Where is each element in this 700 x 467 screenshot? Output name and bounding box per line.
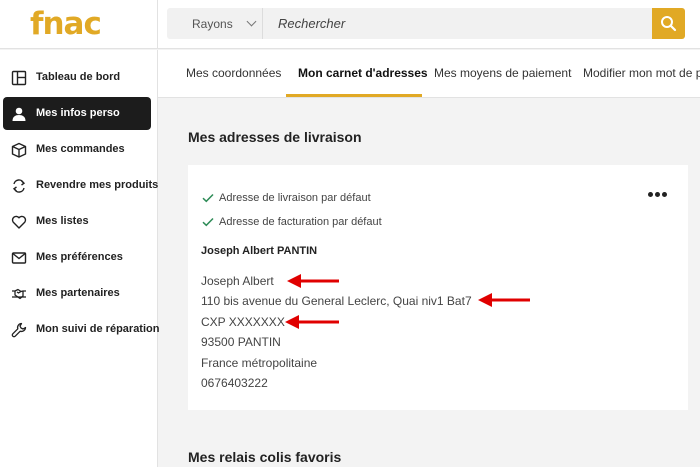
default-billing-text: Adresse de facturation par défaut	[219, 216, 382, 228]
more-options-button[interactable]	[648, 187, 670, 201]
heart-icon	[11, 215, 27, 229]
active-tab-indicator	[286, 94, 422, 97]
sidebar-item-preferences[interactable]: Mes préférences	[3, 241, 151, 274]
arrow-left-icon	[478, 293, 530, 307]
box-icon	[11, 142, 27, 158]
rayons-dropdown[interactable]: Rayons	[167, 8, 263, 39]
search-input[interactable]	[263, 8, 652, 39]
sidebar-item-reparation[interactable]: Mon suivi de réparation	[3, 313, 159, 346]
address-line-city: 93500 PANTIN	[201, 335, 281, 349]
sidebar-item-label: Mes partenaires	[36, 287, 120, 299]
address-name: Joseph Albert PANTIN	[201, 245, 318, 257]
sidebar-item-label: Mon suivi de réparation	[36, 323, 160, 335]
more-dot	[648, 192, 653, 197]
sidebar-item-dashboard[interactable]: Tableau de bord	[3, 61, 151, 94]
tab-moyens-paiement[interactable]: Mes moyens de paiement	[434, 66, 571, 80]
tab-carnet-adresses[interactable]: Mon carnet d'adresses	[298, 66, 428, 80]
sidebar-item-commandes[interactable]: Mes commandes	[3, 133, 151, 166]
sidebar-item-label: Revendre mes produits	[36, 179, 159, 191]
delivery-addresses-title: Mes adresses de livraison	[188, 129, 362, 145]
arrow-left-icon	[287, 274, 339, 288]
relay-points-title: Mes relais colis favoris	[188, 449, 342, 465]
fnac-logo[interactable]: fnac	[30, 6, 102, 42]
sidebar-item-infos-perso[interactable]: Mes infos perso	[3, 97, 151, 130]
handshake-icon	[12, 288, 26, 300]
rayons-label: Rayons	[192, 17, 233, 31]
sidebar-item-revendre[interactable]: Revendre mes produits	[3, 169, 158, 202]
check-icon	[202, 217, 214, 227]
sidebar-item-partenaires[interactable]: Mes partenaires	[3, 277, 151, 310]
resell-icon	[12, 179, 26, 193]
sidebar-item-listes[interactable]: Mes listes	[3, 205, 151, 238]
sidebar-item-label: Mes listes	[36, 215, 89, 227]
more-dot	[655, 192, 660, 197]
user-icon	[12, 107, 26, 121]
check-icon	[202, 193, 214, 203]
arrow-left-icon	[285, 315, 339, 329]
chevron-down-icon	[246, 16, 257, 27]
sidebar-item-label: Mes préférences	[36, 251, 123, 263]
address-line-country: France métropolitaine	[201, 356, 318, 370]
account-tabs: Mes coordonnées Mon carnet d'adresses Me…	[158, 50, 700, 98]
sidebar-item-label: Mes infos perso	[36, 107, 120, 119]
tab-modifier-mot-de-passe[interactable]: Modifier mon mot de pa	[583, 66, 700, 80]
default-delivery-text: Adresse de livraison par défaut	[219, 192, 371, 204]
address-line-recipient: Joseph Albert	[201, 274, 274, 288]
address-card: Adresse de livraison par défaut Adresse …	[188, 165, 688, 410]
sidebar-item-label: Mes commandes	[36, 143, 125, 155]
tab-mes-coordonnees[interactable]: Mes coordonnées	[186, 66, 281, 80]
search-button[interactable]	[652, 8, 685, 39]
dashboard-icon	[11, 70, 27, 86]
top-header: fnac Rayons	[0, 0, 700, 49]
mail-icon	[11, 252, 27, 264]
address-line-street: 110 bis avenue du General Leclerc, Quai …	[201, 294, 472, 308]
address-line-complement: CXP XXXXXXX	[201, 315, 285, 329]
more-dot	[662, 192, 667, 197]
address-line-phone: 0676403222	[201, 376, 268, 390]
account-sidebar: Tableau de bord Mes infos perso Mes comm…	[0, 50, 159, 467]
header-divider	[157, 0, 158, 49]
search-icon	[661, 16, 677, 32]
wrench-icon	[11, 322, 27, 338]
sidebar-item-label: Tableau de bord	[36, 71, 121, 83]
